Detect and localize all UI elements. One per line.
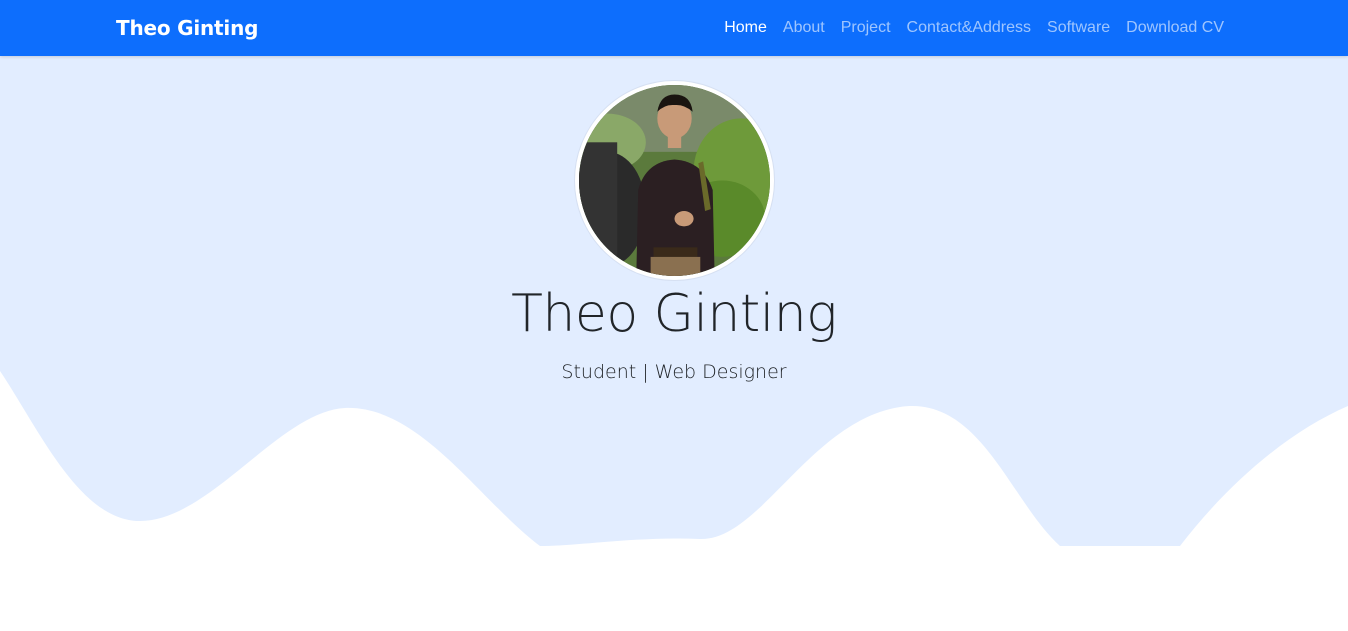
nav-link-project[interactable]: Project [841,19,891,36]
profile-photo [575,81,774,280]
nav-link-contact-address[interactable]: Contact&Address [907,19,1032,36]
nav-link-home[interactable]: Home [724,19,767,36]
nav-link-about[interactable]: About [783,19,825,36]
navbar: Theo Ginting Home About Project Contact&… [0,0,1348,56]
hero-name: Theo Ginting [511,284,837,344]
nav-link-software[interactable]: Software [1047,19,1110,36]
nav-link-download-cv[interactable]: Download CV [1126,19,1224,36]
wave-divider [0,371,1348,631]
profile-photo-image [579,85,770,276]
hero-section: Theo Ginting Student | Web Designer [0,56,1348,631]
brand-link[interactable]: Theo Ginting [116,16,258,40]
nav-links: Home About Project Contact&Address Softw… [724,0,1224,56]
